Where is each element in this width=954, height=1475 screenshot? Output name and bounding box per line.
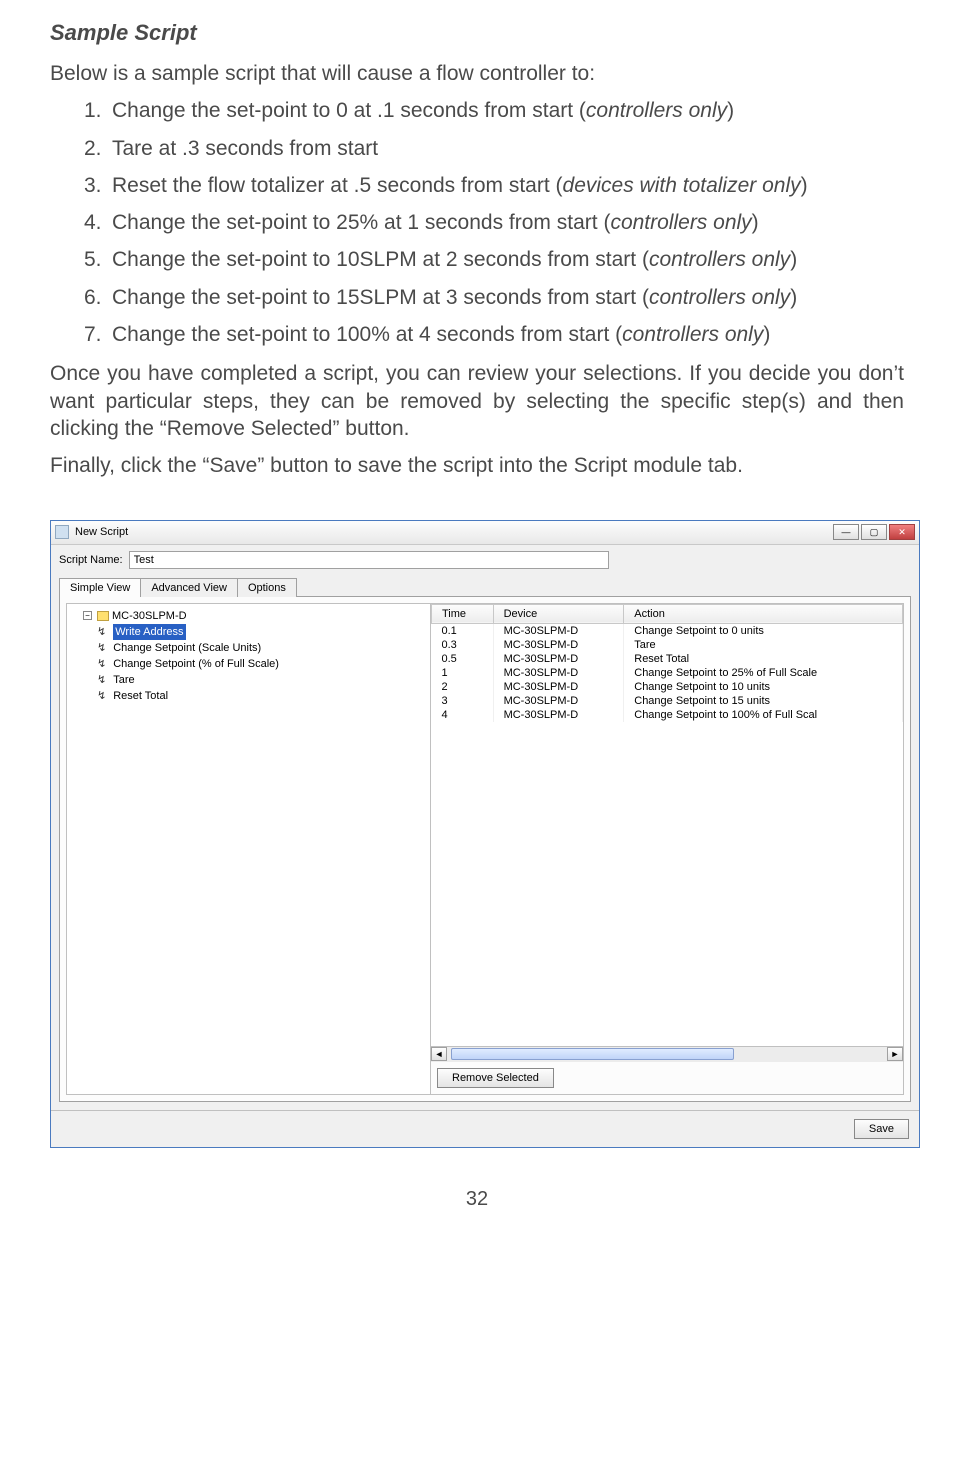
window-title: New Script [75, 526, 831, 538]
table-row[interactable]: 0.3MC-30SLPM-DTare [432, 638, 903, 652]
table-row[interactable]: 1MC-30SLPM-DChange Setpoint to 25% of Fu… [432, 666, 903, 680]
step-item: 5.Change the set-point to 10SLPM at 2 se… [84, 246, 904, 273]
tree-item-label: Change Setpoint (Scale Units) [113, 640, 261, 656]
tree-item[interactable]: ↯ Write Address [97, 624, 428, 640]
cell-device: MC-30SLPM-D [493, 680, 624, 694]
tree-root-label[interactable]: MC-30SLPM-D [112, 608, 187, 624]
table-row[interactable]: 2MC-30SLPM-DChange Setpoint to 10 units [432, 680, 903, 694]
tab-options[interactable]: Options [237, 578, 297, 597]
tree-item[interactable]: ↯ Change Setpoint (Scale Units) [97, 640, 428, 656]
tree-item-label: Tare [113, 672, 134, 688]
paragraph-2: Once you have completed a script, you ca… [50, 360, 904, 442]
tree-item[interactable]: ↯ Reset Total [97, 688, 428, 704]
tree-item-label: Reset Total [113, 688, 168, 704]
cell-time: 0.1 [432, 623, 494, 638]
step-item: 1.Change the set-point to 0 at .1 second… [84, 97, 904, 124]
tree-item[interactable]: ↯ Change Setpoint (% of Full Scale) [97, 656, 428, 672]
col-device[interactable]: Device [493, 604, 624, 623]
step-item: 6.Change the set-point to 15SLPM at 3 se… [84, 284, 904, 311]
close-button[interactable]: ✕ [889, 524, 915, 540]
cell-time: 1 [432, 666, 494, 680]
new-script-window: New Script — ▢ ✕ Script Name: Simple Vie… [50, 520, 920, 1148]
tree-expander-icon[interactable]: − [83, 611, 92, 620]
scroll-thumb[interactable] [451, 1048, 734, 1060]
cell-time: 0.3 [432, 638, 494, 652]
table-row[interactable]: 3MC-30SLPM-DChange Setpoint to 15 units [432, 694, 903, 708]
cell-action: Change Setpoint to 10 units [624, 680, 903, 694]
tree-item-label: Change Setpoint (% of Full Scale) [113, 656, 279, 672]
app-icon [55, 525, 69, 539]
tab-advanced-view[interactable]: Advanced View [140, 578, 238, 597]
titlebar[interactable]: New Script — ▢ ✕ [51, 521, 919, 545]
intro-paragraph: Below is a sample script that will cause… [50, 60, 904, 87]
save-button[interactable]: Save [854, 1119, 909, 1139]
cell-action: Tare [624, 638, 903, 652]
cell-time: 2 [432, 680, 494, 694]
tree-item-label: Write Address [113, 624, 185, 640]
cell-device: MC-30SLPM-D [493, 638, 624, 652]
device-icon [97, 611, 109, 621]
script-name-label: Script Name: [59, 554, 123, 566]
step-item: 2.Tare at .3 seconds from start [84, 135, 904, 162]
script-name-input[interactable] [129, 551, 609, 569]
col-time[interactable]: Time [432, 604, 494, 623]
horizontal-scrollbar[interactable]: ◄ ► [431, 1046, 903, 1062]
cell-device: MC-30SLPM-D [493, 708, 624, 722]
step-item: 4.Change the set-point to 25% at 1 secon… [84, 209, 904, 236]
view-tabs: Simple View Advanced View Options [59, 577, 911, 597]
cell-action: Reset Total [624, 652, 903, 666]
step-item: 3.Reset the flow totalizer at .5 seconds… [84, 172, 904, 199]
scroll-right-icon[interactable]: ► [887, 1047, 903, 1061]
cell-action: Change Setpoint to 0 units [624, 623, 903, 638]
cell-time: 3 [432, 694, 494, 708]
step-item: 7.Change the set-point to 100% at 4 seco… [84, 321, 904, 348]
command-icon: ↯ [97, 688, 106, 704]
steps-list: 1.Change the set-point to 0 at .1 second… [84, 97, 904, 348]
cell-action: Change Setpoint to 100% of Full Scal [624, 708, 903, 722]
command-icon: ↯ [97, 640, 106, 656]
col-action[interactable]: Action [624, 604, 903, 623]
cell-action: Change Setpoint to 25% of Full Scale [624, 666, 903, 680]
paragraph-3: Finally, click the “Save” button to save… [50, 452, 904, 479]
device-tree[interactable]: − MC-30SLPM-D ↯ Write Address ↯ Change Setp… [66, 603, 431, 1095]
command-icon: ↯ [97, 656, 106, 672]
cell-device: MC-30SLPM-D [493, 652, 624, 666]
minimize-button[interactable]: — [833, 524, 859, 540]
script-steps-table[interactable]: Time Device Action 0.1MC-30SLPM-DChange … [431, 604, 903, 1046]
scroll-left-icon[interactable]: ◄ [431, 1047, 447, 1061]
page-number: 32 [50, 1188, 904, 1211]
maximize-button[interactable]: ▢ [861, 524, 887, 540]
tree-item[interactable]: ↯ Tare [97, 672, 428, 688]
table-row[interactable]: 0.5MC-30SLPM-DReset Total [432, 652, 903, 666]
cell-action: Change Setpoint to 15 units [624, 694, 903, 708]
cell-time: 4 [432, 708, 494, 722]
section-title: Sample Script [50, 20, 904, 46]
cell-device: MC-30SLPM-D [493, 666, 624, 680]
table-row[interactable]: 0.1MC-30SLPM-DChange Setpoint to 0 units [432, 623, 903, 638]
tab-simple-view[interactable]: Simple View [59, 578, 141, 597]
remove-selected-button[interactable]: Remove Selected [437, 1068, 554, 1088]
cell-time: 0.5 [432, 652, 494, 666]
command-icon: ↯ [97, 624, 106, 640]
table-row[interactable]: 4MC-30SLPM-DChange Setpoint to 100% of F… [432, 708, 903, 722]
command-icon: ↯ [97, 672, 106, 688]
cell-device: MC-30SLPM-D [493, 623, 624, 638]
cell-device: MC-30SLPM-D [493, 694, 624, 708]
